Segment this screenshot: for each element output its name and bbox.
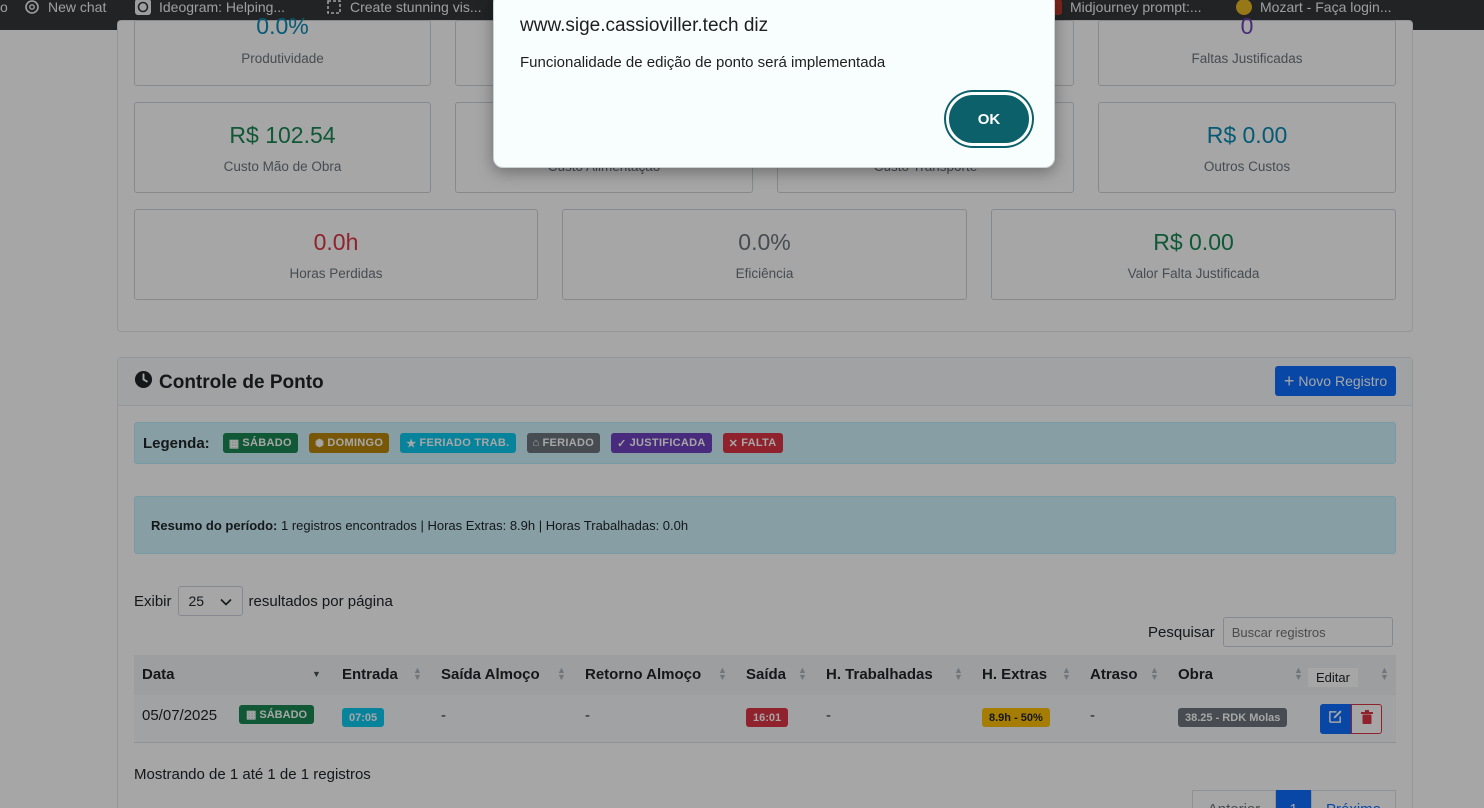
dialog-message: Funcionalidade de edição de ponto será i… [520, 54, 886, 71]
ok-button[interactable]: OK [946, 92, 1032, 146]
alert-dialog: www.sige.cassioviller.tech diz Funcional… [493, 0, 1055, 168]
dialog-title: www.sige.cassioviller.tech diz [520, 15, 769, 36]
